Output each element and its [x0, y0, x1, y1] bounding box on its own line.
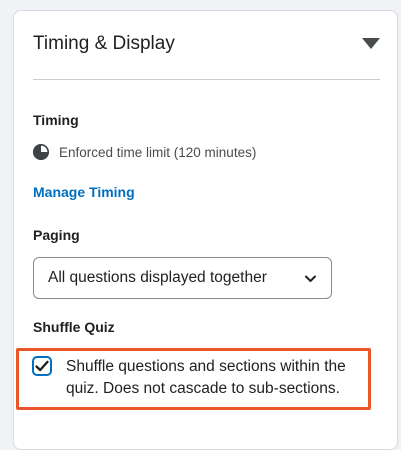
collapse-toggle-button[interactable] [360, 35, 382, 51]
paging-select-value: All questions displayed together [48, 269, 267, 286]
checkmark-icon [35, 360, 49, 372]
shuffle-checkbox-label[interactable]: Shuffle questions and sections within th… [66, 356, 366, 400]
panel-title: Timing & Display [33, 33, 175, 54]
shuffle-heading: Shuffle Quiz [33, 319, 115, 335]
shuffle-checkbox[interactable] [32, 356, 52, 376]
chevron-down-icon [304, 272, 317, 285]
time-limit-info: Enforced time limit (120 minutes) [33, 144, 256, 160]
timing-heading: Timing [33, 112, 79, 128]
paging-heading: Paging [33, 227, 80, 243]
caret-down-icon [362, 37, 380, 49]
clock-icon [33, 144, 49, 160]
manage-timing-link[interactable]: Manage Timing [33, 184, 135, 200]
paging-select[interactable]: All questions displayed together [33, 257, 332, 299]
time-limit-text: Enforced time limit (120 minutes) [59, 144, 257, 160]
divider [33, 79, 380, 80]
